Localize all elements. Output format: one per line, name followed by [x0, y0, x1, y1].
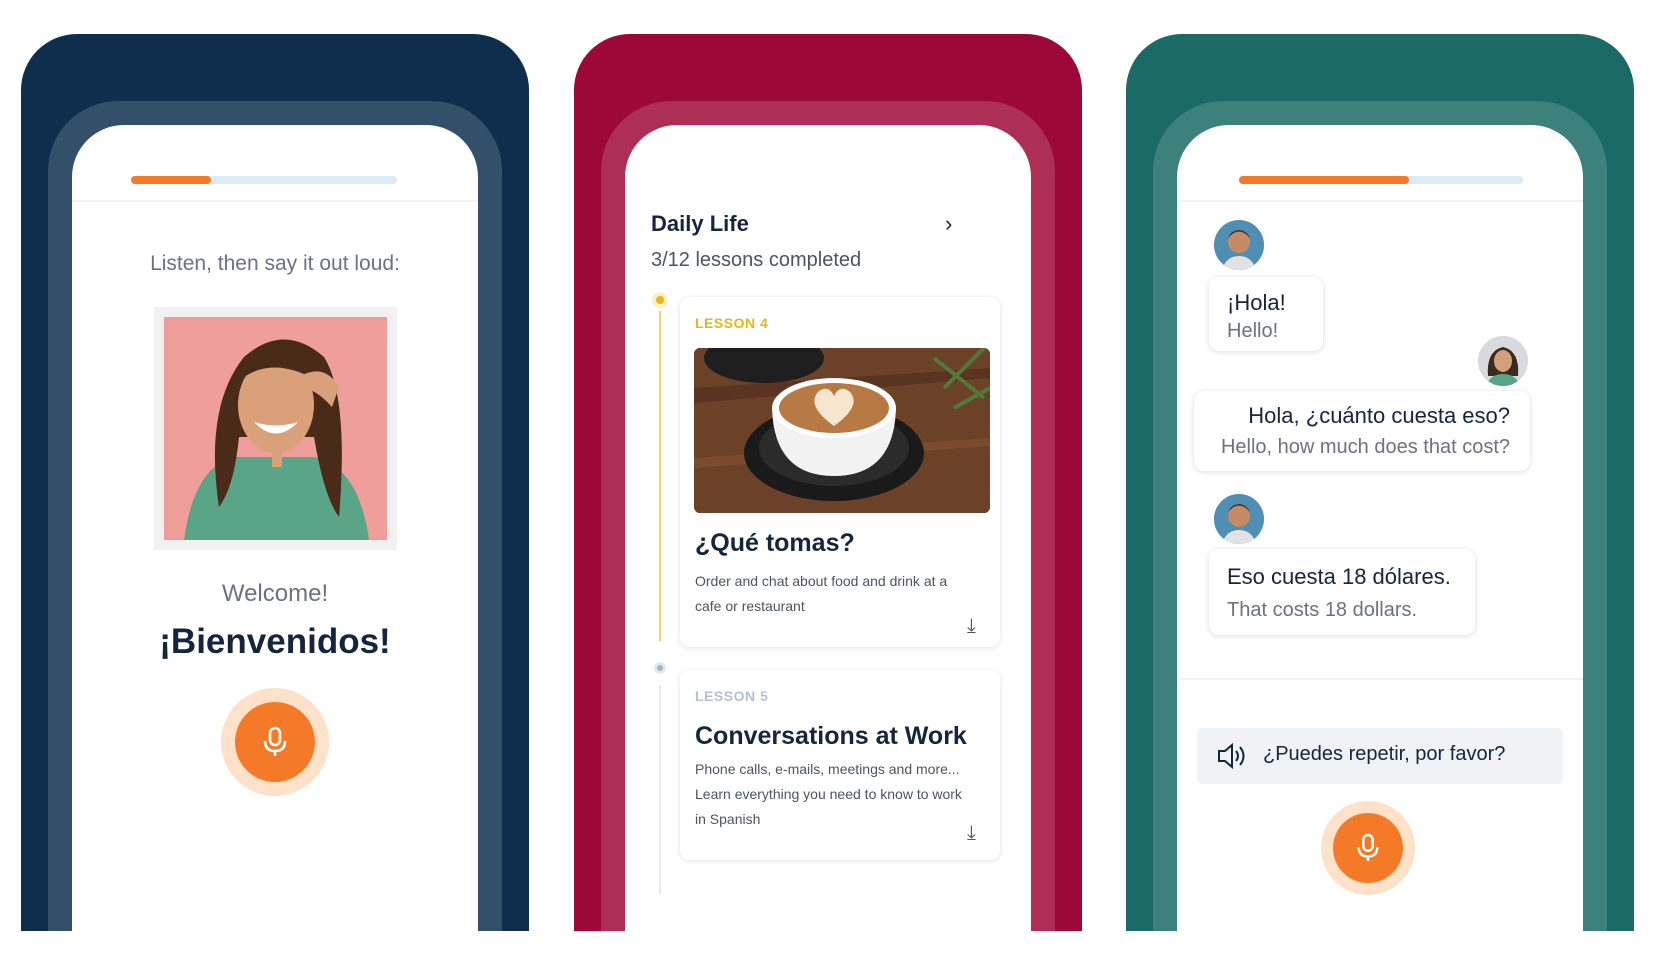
speaker-photo-frame	[154, 307, 397, 550]
phone-bezel: Daily Life › 3/12 lessons completed LESS…	[601, 101, 1055, 931]
avatar-female	[1478, 336, 1528, 386]
phone-screen-conversation: ¡Hola! Hello! Hola, ¿cuánto cuesta eso? …	[1177, 125, 1583, 931]
phone-screen-lessons: Daily Life › 3/12 lessons completed LESS…	[625, 125, 1031, 931]
lesson-progress-bar	[1239, 176, 1523, 184]
lesson-progress-bar	[131, 176, 397, 184]
message-spanish: Hola, ¿cuánto cuesta eso?	[1248, 403, 1510, 428]
message-english: Hello, how much does that cost?	[1220, 436, 1510, 458]
header-divider	[1177, 200, 1583, 202]
message-english: That costs 18 dollars.	[1227, 599, 1418, 621]
avatar-male	[1214, 494, 1264, 544]
message-spanish: Eso cuesta 18 dólares.	[1227, 564, 1451, 589]
welcome-translation: Welcome!	[221, 580, 329, 607]
microphone-icon	[263, 726, 287, 756]
promo-panel-conversation: ¡Hola! Hello! Hola, ¿cuánto cuesta eso? …	[1126, 34, 1634, 931]
record-button[interactable]	[1333, 813, 1403, 883]
record-button[interactable]	[235, 702, 315, 782]
timeline-line-inactive	[659, 685, 661, 895]
phone-bezel: Listen, then say it out loud: Welcome! ¡…	[48, 101, 502, 931]
message-spanish: ¡Hola!	[1227, 290, 1286, 315]
phrase-text: ¿Puedes repetir, por favor?	[1263, 743, 1506, 765]
microphone-icon	[1357, 833, 1379, 861]
phone-bezel: ¡Hola! Hello! Hola, ¿cuánto cuesta eso? …	[1153, 101, 1607, 931]
exercise-instruction: Listen, then say it out loud:	[150, 252, 400, 275]
lesson-title: ¿Qué tomas?	[695, 529, 855, 557]
download-icon[interactable]: ⤓	[967, 615, 976, 638]
lesson-number: LESSON 4	[695, 315, 769, 331]
timeline-line-active	[659, 311, 661, 641]
lesson-card[interactable]: LESSON 4 ¿Qué tomas? Order and chat abou…	[680, 297, 1000, 647]
lesson-card[interactable]: LESSON 5 Conversations at Work Phone cal…	[680, 670, 1000, 860]
phone-screen-listen: Listen, then say it out loud: Welcome! ¡…	[72, 125, 478, 931]
speaker-icon[interactable]	[1217, 743, 1249, 769]
mic-button-halo	[1321, 801, 1415, 895]
timeline-dot-active	[652, 292, 668, 308]
lessons-completed: 3/12 lessons completed	[651, 249, 862, 271]
download-icon[interactable]: ⤓	[967, 822, 976, 845]
lesson-title: Conversations at Work	[695, 722, 967, 750]
promo-panel-listen: Listen, then say it out loud: Welcome! ¡…	[21, 34, 529, 931]
chat-bubble-incoming: Eso cuesta 18 dólares. That costs 18 dol…	[1209, 549, 1475, 635]
chat-bubble-outgoing: Hola, ¿cuánto cuesta eso? Hello, how muc…	[1194, 391, 1530, 471]
welcome-phrase: ¡Bienvenidos!	[159, 622, 391, 661]
timeline-dot-inactive	[654, 662, 666, 674]
header-divider	[72, 200, 478, 202]
lesson-number: LESSON 5	[695, 688, 769, 704]
speaker-photo	[164, 317, 387, 540]
progress-fill	[131, 176, 211, 184]
chat-divider	[1177, 678, 1583, 680]
progress-fill	[1239, 176, 1410, 184]
mic-button-halo	[221, 688, 329, 796]
phrase-to-repeat[interactable]: ¿Puedes repetir, por favor?	[1197, 728, 1563, 784]
lesson-image-coffee	[694, 348, 990, 513]
section-title: Daily Life	[651, 211, 749, 236]
lesson-description: Phone calls, e-mails, meetings and more.…	[695, 761, 962, 827]
message-english: Hello!	[1227, 320, 1279, 342]
promo-panel-lessons: Daily Life › 3/12 lessons completed LESS…	[574, 34, 1082, 931]
chevron-right-icon[interactable]: ›	[945, 211, 952, 237]
chat-bubble-incoming: ¡Hola! Hello!	[1209, 277, 1323, 351]
lesson-description: Order and chat about food and drink at a…	[695, 573, 948, 614]
avatar-male	[1214, 220, 1264, 270]
